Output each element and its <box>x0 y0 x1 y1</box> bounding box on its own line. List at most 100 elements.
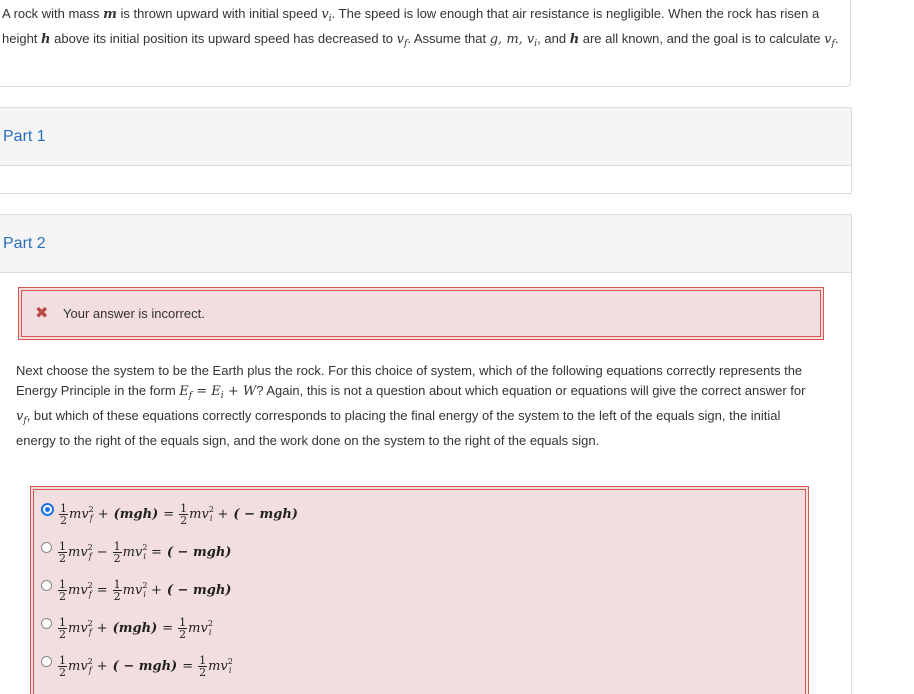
answer-option-3[interactable]: 1 2 mv2f = 1 2 mv2i + ( − mgh) <box>41 575 231 605</box>
fraction-numerator: 1 <box>59 615 66 629</box>
fraction-denominator: 2 <box>198 665 208 679</box>
term-exponent: 2 <box>227 657 233 666</box>
equation: 1 2 mv2f − 1 2 mv2i = ( − mgh) <box>58 537 231 567</box>
math-symbol: h <box>569 32 580 47</box>
energy-term: ( − mgh) <box>166 544 232 560</box>
fraction: 12 <box>178 615 188 641</box>
subscript-wrap: f <box>90 514 93 523</box>
energy-term: ( − mgh) <box>166 582 232 598</box>
subscript-wrap: i <box>229 666 232 675</box>
exponent-wrap: 2 <box>228 657 233 666</box>
term-subscript: i <box>228 666 232 675</box>
fraction-numerator: 1 <box>180 501 188 515</box>
fraction: 12 <box>59 503 68 526</box>
term-exponent: 2 <box>142 543 148 552</box>
term-subscript: f <box>89 514 93 523</box>
fraction: 12 <box>198 653 208 679</box>
operator: = <box>162 620 174 636</box>
fraction-denominator: 2 <box>178 627 188 641</box>
term-base: mv <box>68 659 88 674</box>
term-subscript: f <box>88 628 92 637</box>
subscript-wrap: f <box>89 552 92 561</box>
subscript-wrap: f <box>89 628 92 637</box>
question-text-segment: ? Again, this is not a question about wh… <box>256 383 806 398</box>
incorrect-answer-alert: ✖ Your answer is incorrect. <box>18 287 824 340</box>
radio-button[interactable] <box>41 618 52 629</box>
fraction-numerator: 1 <box>59 577 66 591</box>
energy-term: ( − mgh) <box>112 658 178 674</box>
term-base: mv <box>122 545 143 560</box>
kinetic-term: mv2i <box>122 581 148 599</box>
exponent-wrap: 2 <box>88 657 93 666</box>
question-text-segment: , but which of these equations correctly… <box>16 408 781 448</box>
term-subscript: i <box>143 590 146 599</box>
exponent-wrap: 2 <box>88 581 93 590</box>
exponent-wrap: 2 <box>89 505 94 514</box>
problem-text-segment: A rock with mass <box>2 6 104 21</box>
term-subscript: f <box>88 590 92 599</box>
term-base: mv <box>122 583 143 598</box>
kinetic-term: mv2i <box>188 619 213 637</box>
operator: + <box>96 620 108 636</box>
energy-term: (mgh) <box>113 506 159 522</box>
subscript-wrap: f <box>89 666 92 675</box>
fraction: 12 <box>112 579 122 602</box>
kinetic-term: mv2f <box>68 657 93 675</box>
part-1-header[interactable]: Part 1 <box>0 107 852 166</box>
energy-term: (mgh) <box>112 620 158 636</box>
math-symbol: v <box>321 7 329 22</box>
operator: = <box>150 544 162 560</box>
part-1-title: Part 1 <box>3 127 46 145</box>
fraction-numerator: 1 <box>199 653 207 667</box>
term-exponent: 2 <box>87 543 93 552</box>
term-base: mv <box>68 545 88 560</box>
kinetic-term: mv2f <box>68 543 93 561</box>
alert-text: Your answer is incorrect. <box>63 306 205 321</box>
term-exponent: 2 <box>207 619 213 628</box>
problem-text-segment: , and <box>537 31 570 46</box>
equation: 1 2 mv2f = 1 2 mv2i + ( − mgh) <box>58 575 231 605</box>
term-base: mv <box>68 621 88 636</box>
radio-button[interactable] <box>41 656 52 667</box>
fraction: 12 <box>58 617 67 640</box>
term-base: mv <box>188 621 208 636</box>
kinetic-term: mv2i <box>208 657 233 675</box>
fraction-numerator: 1 <box>179 615 187 629</box>
subscript-wrap: i <box>209 628 212 637</box>
answer-options-box: 1 2 mv2f + (mgh) = 1 2 mv2i + ( − mgh) 1 2 mv2f… <box>30 486 809 694</box>
equation: 1 2 mv2f + ( − mgh) = 1 2 mv2i <box>58 651 233 681</box>
operator: − <box>96 544 108 560</box>
subscript-wrap: i <box>143 552 146 561</box>
kinetic-term: mv2f <box>69 505 94 523</box>
part-2-header[interactable]: Part 2 <box>0 214 852 273</box>
equation: 1 2 mv2f + (mgh) = 1 2 mv2i <box>58 613 213 643</box>
radio-button[interactable] <box>41 503 54 516</box>
term-subscript: f <box>88 666 92 675</box>
answer-option-1[interactable]: 1 2 mv2f + (mgh) = 1 2 mv2i + ( − mgh) <box>41 499 298 529</box>
fraction-denominator: 2 <box>58 665 67 679</box>
operator: = <box>163 506 175 522</box>
operator: = <box>96 582 108 598</box>
fraction: 12 <box>179 501 189 526</box>
radio-button[interactable] <box>41 542 52 553</box>
fraction-numerator: 1 <box>60 501 67 515</box>
part-1-body <box>0 166 852 194</box>
subscript-wrap: i <box>210 514 213 523</box>
problem-text-segment: . Assume that <box>407 31 490 46</box>
math-symbol: + W <box>223 384 257 399</box>
answer-option-4[interactable]: 1 2 mv2f + (mgh) = 1 2 mv2i <box>41 613 213 643</box>
term-exponent: 2 <box>87 581 93 590</box>
term-base: mv <box>69 507 89 522</box>
term-exponent: 2 <box>87 619 93 628</box>
term-base: mv <box>68 583 88 598</box>
answer-option-5[interactable]: 1 2 mv2f + ( − mgh) = 1 2 mv2i <box>41 651 233 681</box>
term-base: mv <box>189 507 209 522</box>
radio-button[interactable] <box>41 580 52 591</box>
close-x-icon: ✖ <box>35 304 49 322</box>
exponent-wrap: 2 <box>88 619 93 628</box>
kinetic-term: mv2i <box>189 505 214 523</box>
math-symbol: m <box>103 7 117 22</box>
equation: 1 2 mv2f + (mgh) = 1 2 mv2i + ( − mgh) <box>59 499 298 529</box>
answer-option-2[interactable]: 1 2 mv2f − 1 2 mv2i = ( − mgh) <box>41 537 231 567</box>
subscript-wrap: i <box>143 590 146 599</box>
